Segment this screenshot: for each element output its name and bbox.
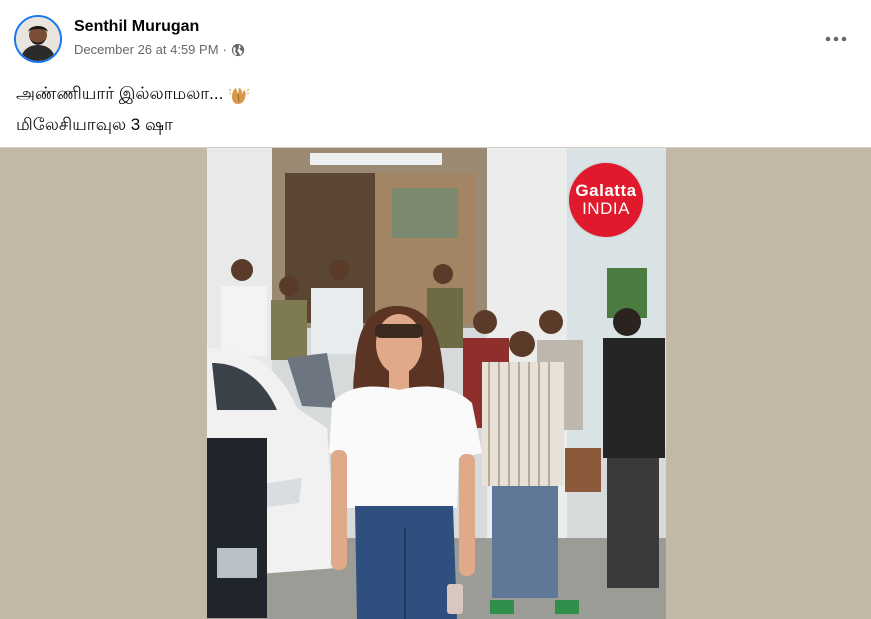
caption-line-1: அண்ணியார் இல்லாமலா... xyxy=(16,78,836,109)
post-timestamp[interactable]: December 26 at 4:59 PM xyxy=(74,42,219,57)
post-media: Galatta INDIA xyxy=(0,147,871,619)
more-options-button[interactable] xyxy=(818,24,854,54)
logo-line-2: INDIA xyxy=(582,199,630,218)
meta-separator: · xyxy=(222,42,227,57)
more-horizontal-icon xyxy=(825,36,847,42)
hands-emoji-icon xyxy=(228,84,250,104)
avatar[interactable] xyxy=(14,15,62,63)
post-meta: December 26 at 4:59 PM · xyxy=(74,42,245,57)
galatta-india-logo: Galatta INDIA xyxy=(569,163,643,237)
logo-line-1: Galatta xyxy=(575,181,637,200)
post-caption: அண்ணியார் இல்லாமலா... மிலேசியாவுல 3 ஷா xyxy=(16,78,836,140)
facebook-post: Senthil Murugan December 26 at 4:59 PM ·… xyxy=(0,0,871,619)
caption-text-2: மிலேசியாவுல 3 ஷா xyxy=(16,115,173,134)
post-header: Senthil Murugan December 26 at 4:59 PM · xyxy=(0,0,871,72)
caption-text-1: அண்ணியார் இல்லாமலா... xyxy=(16,84,224,103)
author-name[interactable]: Senthil Murugan xyxy=(74,18,199,36)
avatar-image xyxy=(16,17,60,61)
globe-icon[interactable] xyxy=(231,43,245,57)
video-thumbnail[interactable]: Galatta INDIA xyxy=(207,148,666,619)
caption-line-2: மிலேசியாவுல 3 ஷா xyxy=(16,109,836,140)
